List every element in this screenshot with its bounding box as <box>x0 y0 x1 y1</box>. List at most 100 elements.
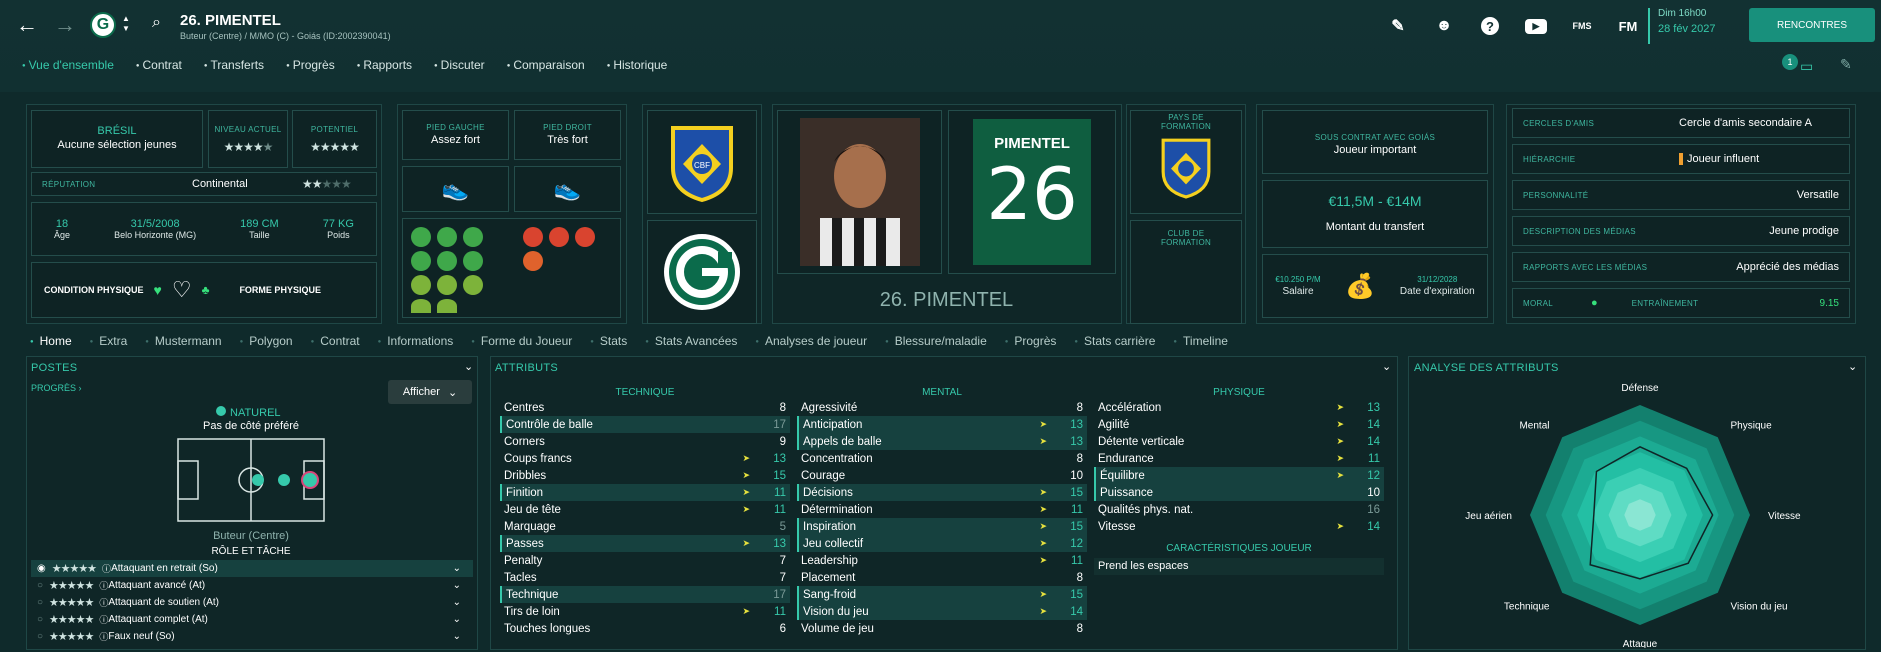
tab-polygon[interactable]: Polygon <box>240 334 292 348</box>
attribute-row[interactable]: Appels de balle ➤ 13 <box>797 433 1087 450</box>
menu-rapports[interactable]: Rapports <box>357 58 412 72</box>
help-icon[interactable]: ? <box>1477 16 1503 36</box>
attribute-row[interactable]: Passes ➤ 13 <box>500 535 790 552</box>
trait-icon[interactable] <box>411 275 431 295</box>
trait-icon[interactable] <box>523 251 543 271</box>
edit-icon[interactable]: ✎ <box>1840 56 1852 73</box>
trait-icon[interactable] <box>437 251 457 271</box>
trait-icon[interactable] <box>463 275 483 295</box>
trait-icon[interactable] <box>437 227 457 247</box>
menu-contrat[interactable]: Contrat <box>136 58 182 72</box>
menu-transferts[interactable]: Transferts <box>204 58 264 72</box>
attribute-row[interactable]: Touches longues 6 <box>500 620 790 637</box>
attribute-row[interactable]: Puissance 10 <box>1094 484 1384 501</box>
club-logo-icon[interactable]: G <box>90 12 116 38</box>
attribute-row[interactable]: Inspiration ➤ 15 <box>797 518 1087 535</box>
trait-icon[interactable] <box>437 299 457 313</box>
attribute-row[interactable]: Volume de jeu 8 <box>797 620 1087 637</box>
tab-progres[interactable]: Progrès <box>1005 334 1056 348</box>
video-icon[interactable]: ▶ <box>1523 16 1549 36</box>
chevron-down-icon[interactable]: ⌄ <box>453 631 461 642</box>
trait-icon[interactable] <box>463 227 483 247</box>
tab-stats[interactable]: Stats <box>590 334 627 348</box>
radar-collapse-icon[interactable]: ⌄ <box>1848 360 1857 373</box>
attribute-row[interactable]: Sang-froid ➤ 15 <box>797 586 1087 603</box>
attribute-row[interactable]: Contrôle de balle 17 <box>500 416 790 433</box>
tab-timeline[interactable]: Timeline <box>1173 334 1228 348</box>
attribute-row[interactable]: Détente verticale ➤ 14 <box>1094 433 1384 450</box>
tab-extra[interactable]: Extra <box>90 334 127 348</box>
back-arrow-icon[interactable]: ← <box>14 12 40 38</box>
radio-selected-icon[interactable]: ◉ <box>37 563 46 574</box>
rencontres-button[interactable]: RENCONTRES <box>1749 8 1875 42</box>
attribute-row[interactable]: Leadership ➤ 11 <box>797 552 1087 569</box>
attribute-row[interactable]: Dribbles ➤ 15 <box>500 467 790 484</box>
progres-link[interactable]: PROGRÈS › <box>31 383 82 393</box>
radio-icon[interactable]: ○ <box>37 631 43 642</box>
menu-historique[interactable]: Historique <box>607 58 667 72</box>
attribute-row[interactable]: Vitesse ➤ 14 <box>1094 518 1384 535</box>
afficher-dropdown[interactable]: Afficher ⌄ <box>388 380 472 404</box>
fm-icon[interactable]: FM <box>1615 16 1641 36</box>
menu-vue-ensemble[interactable]: Vue d'ensemble <box>22 58 114 72</box>
attribute-row[interactable]: Courage 10 <box>797 467 1087 484</box>
role-row[interactable]: ○ ★★★★★ ⓘ Attaquant avancé (At) ⌄ <box>31 577 473 594</box>
globe-icon[interactable]: ☻ <box>1431 16 1457 36</box>
trait-icon[interactable] <box>437 275 457 295</box>
attribute-row[interactable]: Marquage 5 <box>500 518 790 535</box>
screen-icon[interactable]: ▭ <box>1800 58 1813 75</box>
role-row[interactable]: ○ ★★★★★ ⓘ Faux neuf (So) ⌄ <box>31 628 473 645</box>
attribute-row[interactable]: Tacles 7 <box>500 569 790 586</box>
radio-icon[interactable]: ○ <box>37 614 43 625</box>
trait-icon[interactable] <box>411 299 431 313</box>
fms-icon[interactable]: FMS <box>1569 16 1595 36</box>
attribute-row[interactable]: Endurance ➤ 11 <box>1094 450 1384 467</box>
trait-icon[interactable] <box>411 227 431 247</box>
chevron-down-icon[interactable]: ⌄ <box>453 597 461 608</box>
attribute-row[interactable]: Technique 17 <box>500 586 790 603</box>
game-date[interactable]: Dim 16h00 28 fév 2027 <box>1648 8 1716 44</box>
menu-comparaison[interactable]: Comparaison <box>507 58 584 72</box>
trait-icon[interactable] <box>411 251 431 271</box>
tab-contrat[interactable]: Contrat <box>311 334 359 348</box>
attribute-row[interactable]: Vision du jeu ➤ 14 <box>797 603 1087 620</box>
tab-home[interactable]: Home <box>30 334 72 348</box>
trait-icon[interactable] <box>523 227 543 247</box>
attribute-row[interactable]: Jeu de tête ➤ 11 <box>500 501 790 518</box>
attribute-row[interactable]: Détermination ➤ 11 <box>797 501 1087 518</box>
role-row[interactable]: ○ ★★★★★ ⓘ Attaquant complet (At) ⌄ <box>31 611 473 628</box>
pencil-icon[interactable]: ✎ <box>1385 16 1411 36</box>
attribute-row[interactable]: Agressivité 8 <box>797 399 1087 416</box>
attribute-row[interactable]: Anticipation ➤ 13 <box>797 416 1087 433</box>
notification-badge[interactable]: 1 <box>1782 54 1798 70</box>
attribute-row[interactable]: Penalty 7 <box>500 552 790 569</box>
attribute-row[interactable]: Coups francs ➤ 13 <box>500 450 790 467</box>
attribute-row[interactable]: Jeu collectif ➤ 12 <box>797 535 1087 552</box>
attributes-collapse-icon[interactable]: ⌄ <box>1382 360 1391 373</box>
forward-arrow-icon[interactable]: → <box>52 12 78 38</box>
radio-icon[interactable]: ○ <box>37 597 43 608</box>
attribute-row[interactable]: Placement 8 <box>797 569 1087 586</box>
menu-progres[interactable]: Progrès <box>286 58 335 72</box>
chevron-down-icon[interactable]: ⌄ <box>453 563 461 574</box>
role-row[interactable]: ◉ ★★★★★ ⓘ Attaquant en retrait (So) ⌄ <box>31 560 473 577</box>
chevron-down-icon[interactable]: ⌄ <box>453 580 461 591</box>
attribute-row[interactable]: Agilité ➤ 14 <box>1094 416 1384 433</box>
tab-stats-avancees[interactable]: Stats Avancées <box>645 334 738 348</box>
tab-informations[interactable]: Informations <box>378 334 453 348</box>
trait-icon[interactable] <box>549 227 569 247</box>
trait-icon[interactable] <box>575 227 595 247</box>
tab-analyses[interactable]: Analyses de joueur <box>755 334 867 348</box>
tab-forme[interactable]: Forme du Joueur <box>471 334 572 348</box>
tab-stats-carriere[interactable]: Stats carrière <box>1074 334 1155 348</box>
attribute-row[interactable]: Corners 9 <box>500 433 790 450</box>
attribute-row[interactable]: Qualités phys. nat. 16 <box>1094 501 1384 518</box>
attribute-row[interactable]: Accélération ➤ 13 <box>1094 399 1384 416</box>
postes-collapse-icon[interactable]: ⌄ <box>464 360 473 373</box>
tab-blessure[interactable]: Blessure/maladie <box>885 334 987 348</box>
menu-discuter[interactable]: Discuter <box>434 58 485 72</box>
trait-icon[interactable] <box>463 251 483 271</box>
chevron-updown-icon[interactable]: ▲ ▼ <box>122 14 130 34</box>
attribute-row[interactable]: Équilibre ➤ 12 <box>1094 467 1384 484</box>
chevron-down-icon[interactable]: ⌄ <box>453 614 461 625</box>
